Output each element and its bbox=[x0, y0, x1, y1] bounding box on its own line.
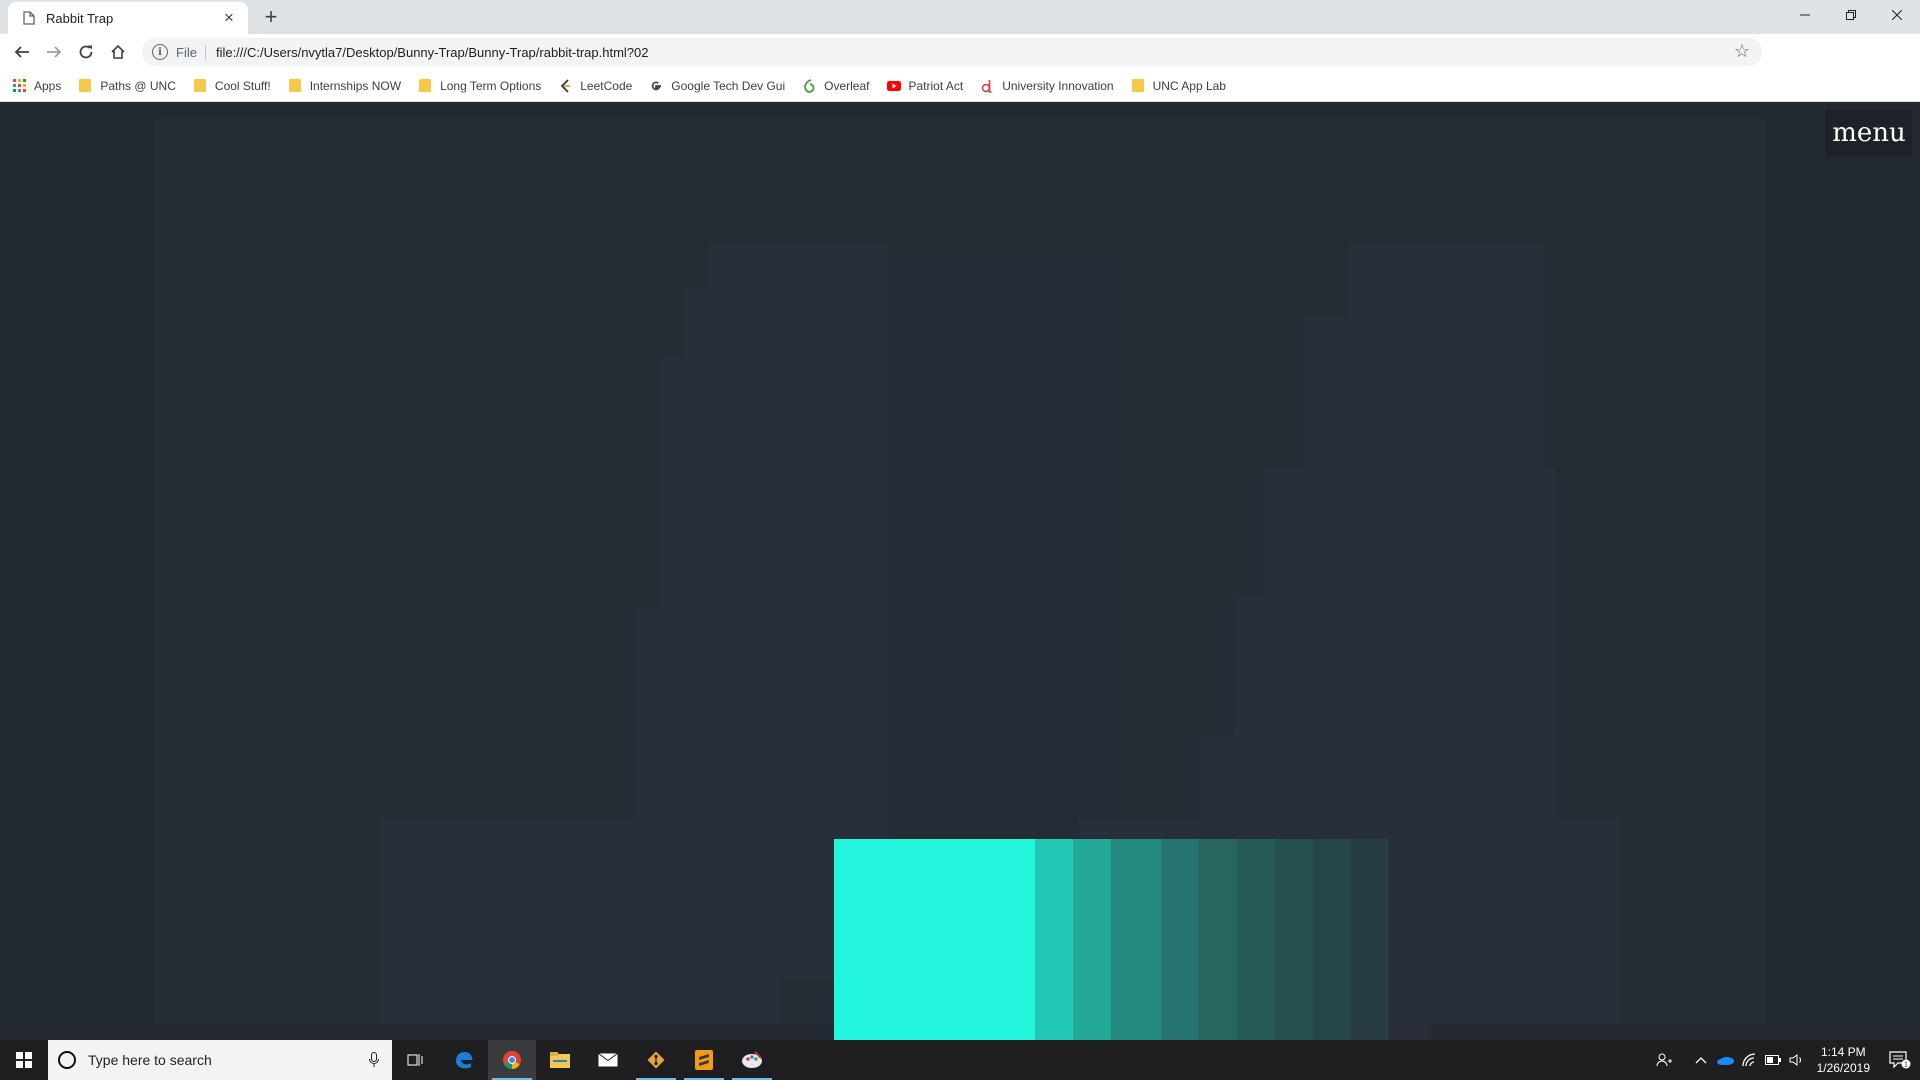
volume-icon[interactable] bbox=[1786, 1040, 1808, 1080]
clock[interactable]: 1:14 PM 1/26/2019 bbox=[1817, 1044, 1870, 1076]
google-icon bbox=[649, 79, 663, 93]
bookmark-internships[interactable]: Internships NOW bbox=[288, 79, 401, 93]
page-content: menu bbox=[0, 102, 1920, 1040]
bookmark-label: Patriot Act bbox=[908, 78, 964, 93]
git-icon[interactable] bbox=[632, 1040, 680, 1080]
file-explorer-icon[interactable] bbox=[536, 1040, 584, 1080]
system-tray: 1:14 PM 1/26/2019 1 bbox=[1652, 1040, 1920, 1080]
wifi-icon[interactable] bbox=[1738, 1040, 1760, 1080]
glow-block bbox=[1237, 839, 1275, 1040]
back-icon[interactable] bbox=[6, 36, 38, 68]
minimize-icon[interactable] bbox=[1782, 0, 1828, 30]
folder-icon bbox=[193, 79, 207, 93]
bookmark-apps[interactable]: Apps bbox=[12, 79, 61, 93]
folder-icon bbox=[78, 79, 92, 93]
taskbar-search-box[interactable]: Type here to search bbox=[48, 1040, 392, 1080]
leetcode-icon bbox=[558, 78, 572, 93]
page-icon bbox=[22, 10, 36, 26]
reload-icon[interactable] bbox=[70, 36, 102, 68]
forward-icon[interactable] bbox=[38, 36, 70, 68]
glow-block bbox=[1351, 839, 1389, 1040]
browser-toolbar: i File file:///C:/Users/nvytla7/Desktop/… bbox=[0, 34, 1920, 94]
sublime-text-icon[interactable] bbox=[680, 1040, 728, 1080]
search-placeholder: Type here to search bbox=[88, 1052, 212, 1068]
glow-block bbox=[1073, 839, 1111, 1040]
youtube-icon bbox=[886, 79, 901, 93]
home-icon[interactable] bbox=[102, 36, 134, 68]
bookmark-cool-stuff[interactable]: Cool Stuff! bbox=[193, 79, 271, 93]
folder-icon bbox=[288, 79, 302, 93]
restore-icon[interactable] bbox=[1828, 0, 1874, 30]
bookmark-label: Google Tech Dev Gui bbox=[671, 78, 786, 93]
task-view-icon[interactable] bbox=[392, 1040, 440, 1080]
game-canvas[interactable] bbox=[154, 118, 1765, 1040]
bookmark-patriot-act[interactable]: Patriot Act bbox=[886, 78, 964, 93]
chrome-icon[interactable] bbox=[488, 1040, 536, 1080]
mail-icon[interactable] bbox=[584, 1040, 632, 1080]
menu-button[interactable]: menu bbox=[1826, 110, 1912, 156]
glow-block bbox=[1275, 839, 1313, 1040]
new-tab-button[interactable]: + bbox=[258, 4, 284, 30]
bookmark-label: Cool Stuff! bbox=[214, 78, 271, 93]
bookmark-label: Paths @ UNC bbox=[100, 78, 176, 93]
bookmark-star-icon[interactable]: ☆ bbox=[1734, 41, 1750, 62]
bookmark-unc-app-lab[interactable]: UNC App Lab bbox=[1131, 79, 1226, 93]
apps-grid-icon bbox=[12, 79, 26, 93]
url-scheme: File bbox=[176, 44, 206, 60]
tab-strip: Rabbit Trap × + bbox=[0, 0, 1920, 34]
bookmark-label: Long Term Options bbox=[440, 78, 542, 93]
bookmark-label: Internships NOW bbox=[309, 78, 402, 93]
glow-block bbox=[1313, 839, 1351, 1040]
bookmark-label: UNC App Lab bbox=[1152, 78, 1226, 93]
glow-block bbox=[1161, 839, 1199, 1040]
d-logo-icon bbox=[980, 79, 994, 93]
glow-block bbox=[834, 839, 1035, 1040]
bookmark-overleaf[interactable]: Overleaf bbox=[802, 78, 870, 93]
bookmark-university-innovation[interactable]: University Innovation bbox=[980, 78, 1114, 93]
edge-browser-icon[interactable] bbox=[440, 1040, 488, 1080]
window-controls bbox=[1782, 0, 1920, 30]
bookmark-label: LeetCode bbox=[580, 78, 633, 93]
folder-icon bbox=[1131, 79, 1145, 93]
microphone-icon[interactable] bbox=[366, 1050, 382, 1070]
cortana-icon bbox=[58, 1051, 76, 1069]
bookmark-label: Overleaf bbox=[824, 78, 870, 93]
action-center-icon[interactable]: 1 bbox=[1880, 1040, 1920, 1080]
clock-time: 1:14 PM bbox=[1820, 1045, 1866, 1059]
url-text[interactable]: file:///C:/Users/nvytla7/Desktop/Bunny-T… bbox=[216, 45, 649, 60]
people-icon[interactable] bbox=[1653, 1040, 1675, 1080]
close-window-icon[interactable] bbox=[1874, 0, 1920, 30]
glow-block bbox=[1111, 839, 1161, 1040]
bookmark-google-tech-dev[interactable]: Google Tech Dev Gui bbox=[649, 79, 785, 93]
onedrive-icon[interactable] bbox=[1714, 1040, 1736, 1080]
glow-block bbox=[1035, 839, 1073, 1040]
bookmark-long-term[interactable]: Long Term Options bbox=[418, 79, 541, 93]
background-block bbox=[379, 818, 779, 1024]
folder-icon bbox=[418, 79, 432, 93]
bookmark-label: University Innovation bbox=[1002, 78, 1114, 93]
glow-block bbox=[1389, 839, 1429, 1040]
overleaf-icon bbox=[802, 78, 816, 93]
clock-date: 1/26/2019 bbox=[1816, 1061, 1870, 1075]
bookmark-paths-unc[interactable]: Paths @ UNC bbox=[78, 79, 176, 93]
notification-count: 1 bbox=[1904, 1062, 1908, 1069]
browser-tab[interactable]: Rabbit Trap × bbox=[8, 2, 248, 34]
glow-block bbox=[1199, 839, 1237, 1040]
tab-title: Rabbit Trap bbox=[46, 10, 114, 26]
chevron-up-icon[interactable] bbox=[1690, 1040, 1712, 1080]
bookmarks-bar: Apps Paths @ UNC Cool Stuff! Internships… bbox=[0, 70, 1920, 102]
paint-app-icon[interactable] bbox=[728, 1040, 776, 1080]
windows-start-icon[interactable] bbox=[0, 1040, 48, 1080]
taskbar: Type here to search 1:14 PM 1/26/2019 1 bbox=[0, 1040, 1920, 1080]
tab-close-icon[interactable]: × bbox=[220, 9, 238, 27]
bookmark-leetcode[interactable]: LeetCode bbox=[558, 79, 632, 93]
bookmark-label: Apps bbox=[34, 78, 62, 93]
battery-icon[interactable] bbox=[1762, 1040, 1784, 1080]
site-info-icon[interactable]: i bbox=[152, 44, 168, 60]
address-bar[interactable]: i File file:///C:/Users/nvytla7/Desktop/… bbox=[142, 38, 1762, 66]
